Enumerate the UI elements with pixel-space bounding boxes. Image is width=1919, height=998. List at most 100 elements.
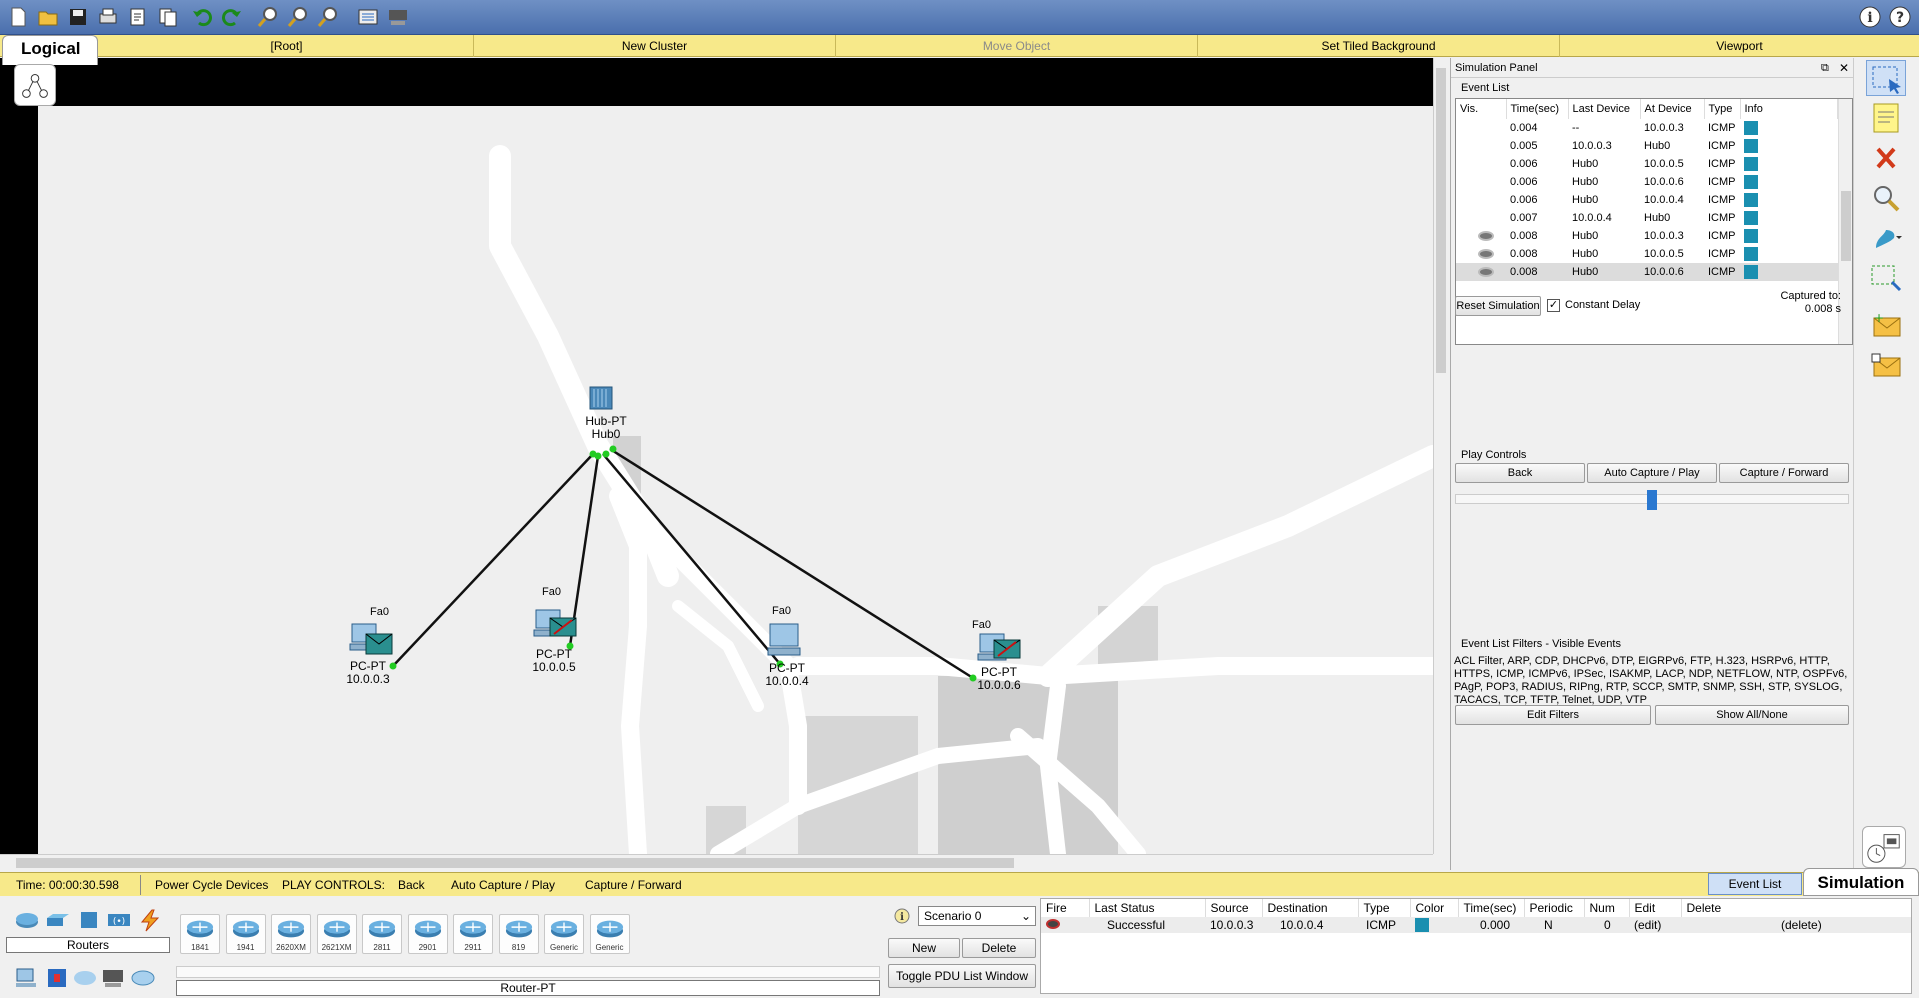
sim-capture-forward-button[interactable]: Capture / Forward — [1719, 463, 1849, 483]
new-cluster-button[interactable]: New Cluster — [474, 35, 836, 57]
new-scenario-button[interactable]: New — [888, 938, 960, 958]
device-strip-scrollbar[interactable] — [176, 966, 880, 978]
security-category-icon[interactable] — [44, 966, 70, 990]
pdu-delete-link[interactable]: (delete) — [1681, 917, 1911, 933]
select-tool-icon[interactable] — [1866, 60, 1906, 96]
canvas-horizontal-scrollbar[interactable] — [0, 854, 1433, 870]
event-row[interactable]: 0.007 10.0.0.4 Hub0 ICMP — [1456, 209, 1838, 227]
eye-icon[interactable] — [1478, 231, 1494, 242]
vscroll-thumb[interactable] — [1436, 68, 1446, 373]
event-row[interactable]: 0.008 Hub0 10.0.0.3 ICMP — [1456, 227, 1838, 245]
pc3-device[interactable] — [348, 620, 396, 660]
canvas-vertical-scrollbar[interactable] — [1433, 58, 1448, 854]
undo-icon[interactable] — [190, 5, 214, 29]
simulation-mode-icon[interactable] — [1862, 826, 1906, 868]
panel-close-icon[interactable]: ✕ — [1839, 61, 1849, 75]
bar-capture-forward-button[interactable]: Capture / Forward — [585, 873, 682, 897]
sim-auto-capture-button[interactable]: Auto Capture / Play — [1587, 463, 1717, 483]
pdu-edit-link[interactable]: (edit) — [1629, 917, 1681, 933]
open-folder-icon[interactable] — [36, 5, 60, 29]
event-info-swatch[interactable] — [1740, 155, 1838, 173]
connections-category-icon[interactable] — [136, 908, 162, 932]
panel-restore-icon[interactable]: ⧉ — [1821, 62, 1829, 75]
pdu-list-table[interactable]: Fire Last Status Source Destination Type… — [1040, 898, 1912, 994]
event-info-swatch[interactable] — [1740, 227, 1838, 245]
activity-wizard-icon[interactable] — [126, 5, 150, 29]
bar-back-button[interactable]: Back — [398, 873, 425, 897]
event-row[interactable]: 0.005 10.0.0.3 Hub0 ICMP — [1456, 137, 1838, 155]
hub-device[interactable] — [588, 383, 618, 413]
zoom-in-icon[interactable] — [256, 5, 280, 29]
draw-shape-tool-icon[interactable] — [1866, 220, 1906, 256]
router-model-item[interactable]: 1841 — [180, 914, 220, 954]
delete-tool-icon[interactable] — [1866, 140, 1906, 176]
play-speed-slider[interactable] — [1455, 490, 1849, 510]
event-info-swatch[interactable] — [1740, 191, 1838, 209]
router-model-item[interactable]: 2811 — [362, 914, 402, 954]
palette-icon[interactable] — [356, 5, 380, 29]
event-row[interactable]: 0.004 -- 10.0.0.3 ICMP — [1456, 119, 1838, 137]
power-cycle-devices-button[interactable]: Power Cycle Devices — [155, 873, 268, 897]
event-info-swatch[interactable] — [1740, 209, 1838, 227]
event-info-swatch[interactable] — [1740, 137, 1838, 155]
router-model-item[interactable]: Generic — [589, 914, 630, 954]
event-info-swatch[interactable] — [1740, 119, 1838, 137]
hscroll-thumb[interactable] — [16, 858, 1014, 868]
router-model-item[interactable]: Generic — [544, 914, 584, 954]
logical-view-icon[interactable] — [14, 64, 56, 106]
event-row[interactable]: 0.008 Hub0 10.0.0.6 ICMP — [1456, 263, 1838, 281]
eye-icon[interactable] — [1478, 267, 1494, 278]
event-info-swatch[interactable] — [1740, 173, 1838, 191]
router-model-item[interactable]: 819 — [498, 914, 539, 954]
play-speed-slider-thumb[interactable] — [1647, 490, 1657, 510]
constant-delay-checkbox[interactable]: ✓ — [1547, 299, 1560, 312]
routers-category-icon[interactable] — [14, 910, 40, 930]
end-devices-category-icon[interactable] — [14, 966, 40, 990]
logical-workspace[interactable]: Hub-PT Hub0 Fa0 PC-PT 10.0.0.3 Fa0 PC-PT 10… — [0, 58, 1433, 854]
new-file-icon[interactable] — [6, 5, 30, 29]
router-model-item[interactable]: 1941 — [225, 914, 266, 954]
event-row[interactable]: 0.006 Hub0 10.0.0.6 ICMP — [1456, 173, 1838, 191]
copy-icon[interactable] — [156, 5, 180, 29]
save-icon[interactable] — [66, 5, 90, 29]
pc6-device[interactable] — [976, 630, 1024, 670]
help-icon[interactable]: ? — [1888, 5, 1912, 29]
pdu-fire-icon[interactable] — [1041, 917, 1089, 933]
event-row[interactable]: 0.008 Hub0 10.0.0.5 ICMP — [1456, 245, 1838, 263]
info-icon[interactable]: i — [1858, 5, 1882, 29]
router-model-item[interactable]: 2901 — [407, 914, 448, 954]
viewport-button[interactable]: Viewport — [1560, 35, 1919, 57]
resize-shape-tool-icon[interactable] — [1866, 260, 1906, 296]
logical-tab[interactable]: Logical — [2, 35, 98, 65]
router-model-item[interactable]: 2911 — [453, 914, 493, 954]
router-model-item[interactable]: 2620XM — [271, 914, 311, 954]
wireless-category-icon[interactable]: (•) — [106, 910, 132, 930]
pc4-device[interactable] — [764, 620, 812, 660]
inspect-tool-icon[interactable] — [1866, 180, 1906, 216]
pc5-device[interactable] — [532, 606, 580, 646]
event-list-toggle-button[interactable]: Event List — [1708, 873, 1802, 895]
move-object-button[interactable]: Move Object — [836, 35, 1198, 57]
scenario-select[interactable]: Scenario 0 ⌄ — [918, 906, 1036, 926]
toggle-pdu-list-button[interactable]: Toggle PDU List Window — [888, 964, 1036, 988]
edit-filters-button[interactable]: Edit Filters — [1455, 705, 1651, 725]
event-info-swatch[interactable] — [1740, 263, 1838, 281]
zoom-out-icon[interactable] — [316, 5, 340, 29]
bar-auto-capture-button[interactable]: Auto Capture / Play — [451, 873, 555, 897]
print-icon[interactable] — [96, 5, 120, 29]
simulation-mode-tab[interactable]: Simulation — [1803, 868, 1919, 896]
hubs-category-icon[interactable] — [76, 910, 102, 930]
add-simple-pdu-icon[interactable]: + — [1866, 308, 1906, 344]
event-info-swatch[interactable] — [1740, 245, 1838, 263]
wan-emulation-category-icon[interactable] — [72, 966, 98, 990]
pdu-row[interactable]: Successful 10.0.0.3 10.0.0.4 ICMP 0.000 … — [1041, 917, 1911, 933]
add-complex-pdu-icon[interactable] — [1866, 348, 1906, 384]
root-button[interactable]: [Root] — [100, 35, 474, 57]
router-model-item[interactable]: 2621XM — [316, 914, 357, 954]
redo-icon[interactable] — [220, 5, 244, 29]
switches-category-icon[interactable] — [45, 910, 71, 930]
zoom-reset-icon[interactable] — [286, 5, 310, 29]
delete-scenario-button[interactable]: Delete — [962, 938, 1036, 958]
sim-back-button[interactable]: Back — [1455, 463, 1585, 483]
set-tiled-background-button[interactable]: Set Tiled Background — [1198, 35, 1560, 57]
